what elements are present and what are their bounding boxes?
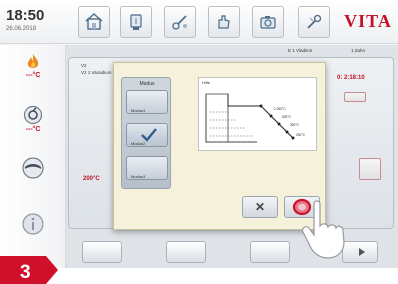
bottom-button-2[interactable] — [166, 241, 206, 263]
close-icon: ✕ — [254, 200, 266, 214]
camera-icon — [260, 16, 276, 29]
hand-icon — [218, 15, 230, 29]
info-icon — [22, 213, 44, 235]
hand-button[interactable] — [208, 6, 240, 38]
tools-button[interactable] — [164, 6, 196, 38]
heating-temp: ---°C — [25, 72, 41, 79]
chart-label-3: 300°C — [290, 123, 300, 127]
program-temp: 200°C — [83, 176, 100, 182]
home-button[interactable] — [78, 6, 110, 38]
bottom-button-3[interactable] — [250, 241, 290, 263]
header-info-1: E 1 Vladimir — [288, 48, 313, 53]
chart-label-1: 1 000°C — [274, 107, 286, 111]
program-time: 0: 2:18:10 — [337, 75, 365, 81]
chart-label-4: 200°C — [296, 133, 306, 137]
clock: 18:50 — [6, 7, 45, 24]
temp-button[interactable] — [359, 158, 381, 180]
start-button[interactable] — [344, 92, 366, 102]
mode-panel: Modus Modus1 Modus2 Modus3 — [121, 77, 171, 189]
mode-dialog: Modus Modus1 Modus2 Modus3 Hilfe 1 000°C… — [113, 62, 326, 230]
program-header: E 1 Vladimir 1 Zahn — [66, 45, 398, 57]
home-icon — [85, 13, 103, 30]
mode-3-button[interactable]: Modus3 — [126, 156, 168, 180]
sidebar-item-info[interactable] — [0, 213, 66, 235]
settings-icon — [307, 14, 322, 29]
mode-title: Modus — [139, 81, 155, 87]
bottom-button-1[interactable] — [82, 241, 122, 263]
tools-icon — [172, 15, 187, 30]
top-bar: 18:50 26.06.2018 VITA — [0, 0, 398, 44]
header-info-2: 1 Zahn — [351, 48, 366, 53]
step-badge: 3 — [0, 256, 58, 284]
vita-logo: VITA — [344, 11, 392, 31]
settings-button[interactable] — [298, 6, 330, 38]
pointing-hand-icon — [301, 200, 345, 259]
flame-icon — [27, 54, 39, 68]
mode-2-button[interactable]: Modus2 — [126, 123, 168, 147]
mode-1-button[interactable]: Modus1 — [126, 90, 168, 114]
sidebar: ---°C ---°C — [0, 45, 66, 268]
program-id: V2 — [81, 63, 87, 68]
sidebar-item-pump[interactable]: ---°C — [0, 105, 66, 133]
pump-temp: ---°C — [25, 126, 41, 133]
furnace-button[interactable] — [120, 6, 152, 38]
sidebar-item-cooling[interactable] — [0, 157, 66, 179]
sidebar-item-heating[interactable]: ---°C — [0, 53, 66, 79]
furnace-icon — [130, 14, 142, 30]
mode-3-label: Modus3 — [131, 174, 146, 179]
mode-1-label: Modus1 — [131, 108, 146, 113]
pump-icon — [23, 105, 43, 125]
camera-button[interactable] — [252, 6, 284, 38]
cancel-button[interactable]: ✕ — [242, 196, 278, 218]
program-name: V2 1 Vanadium — [81, 70, 112, 75]
firing-curve-diagram: 1 000°C 500°C 300°C 200°C — [205, 93, 306, 143]
date: 26.06.2018 — [6, 26, 37, 32]
device-screen: 18:50 26.06.2018 VITA ---°C ---°C E 1 Vl… — [0, 0, 398, 268]
mode-2-label: Modus2 — [131, 141, 146, 146]
cooling-icon — [22, 157, 44, 179]
step-number: 3 — [20, 262, 31, 283]
help-panel: Hilfe 1 000°C 500°C 300°C 200°C — [198, 77, 317, 151]
chart-label-2: 500°C — [282, 115, 292, 119]
